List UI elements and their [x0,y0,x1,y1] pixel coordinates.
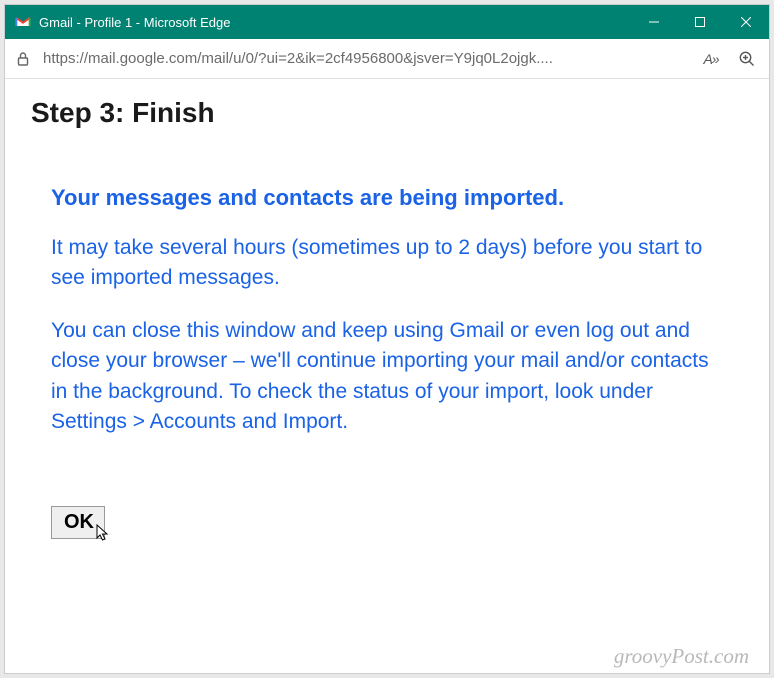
gmail-icon [15,14,31,30]
page-content: Step 3: Finish Your messages and contact… [5,79,769,673]
window-titlebar[interactable]: Gmail - Profile 1 - Microsoft Edge [5,5,769,39]
window-title: Gmail - Profile 1 - Microsoft Edge [39,15,631,30]
close-button[interactable] [723,5,769,39]
step-title: Step 3: Finish [31,97,743,129]
import-heading: Your messages and contacts are being imp… [51,185,723,211]
zoom-icon[interactable] [735,47,759,71]
maximize-button[interactable] [677,5,723,39]
address-bar: https://mail.google.com/mail/u/0/?ui=2&i… [5,39,769,79]
browser-window: Gmail - Profile 1 - Microsoft Edge https… [4,4,770,674]
import-messages: Your messages and contacts are being imp… [31,185,743,438]
ok-button-label: OK [64,511,94,533]
read-aloud-icon[interactable]: A» [699,47,723,71]
ok-button[interactable]: OK [51,506,105,539]
import-paragraph-2: You can close this window and keep using… [51,316,723,438]
import-paragraph-1: It may take several hours (sometimes up … [51,233,723,294]
watermark-text: groovyPost.com [614,644,749,669]
url-text[interactable]: https://mail.google.com/mail/u/0/?ui=2&i… [43,50,687,67]
minimize-button[interactable] [631,5,677,39]
lock-icon[interactable] [15,49,31,69]
cursor-icon [96,524,110,542]
